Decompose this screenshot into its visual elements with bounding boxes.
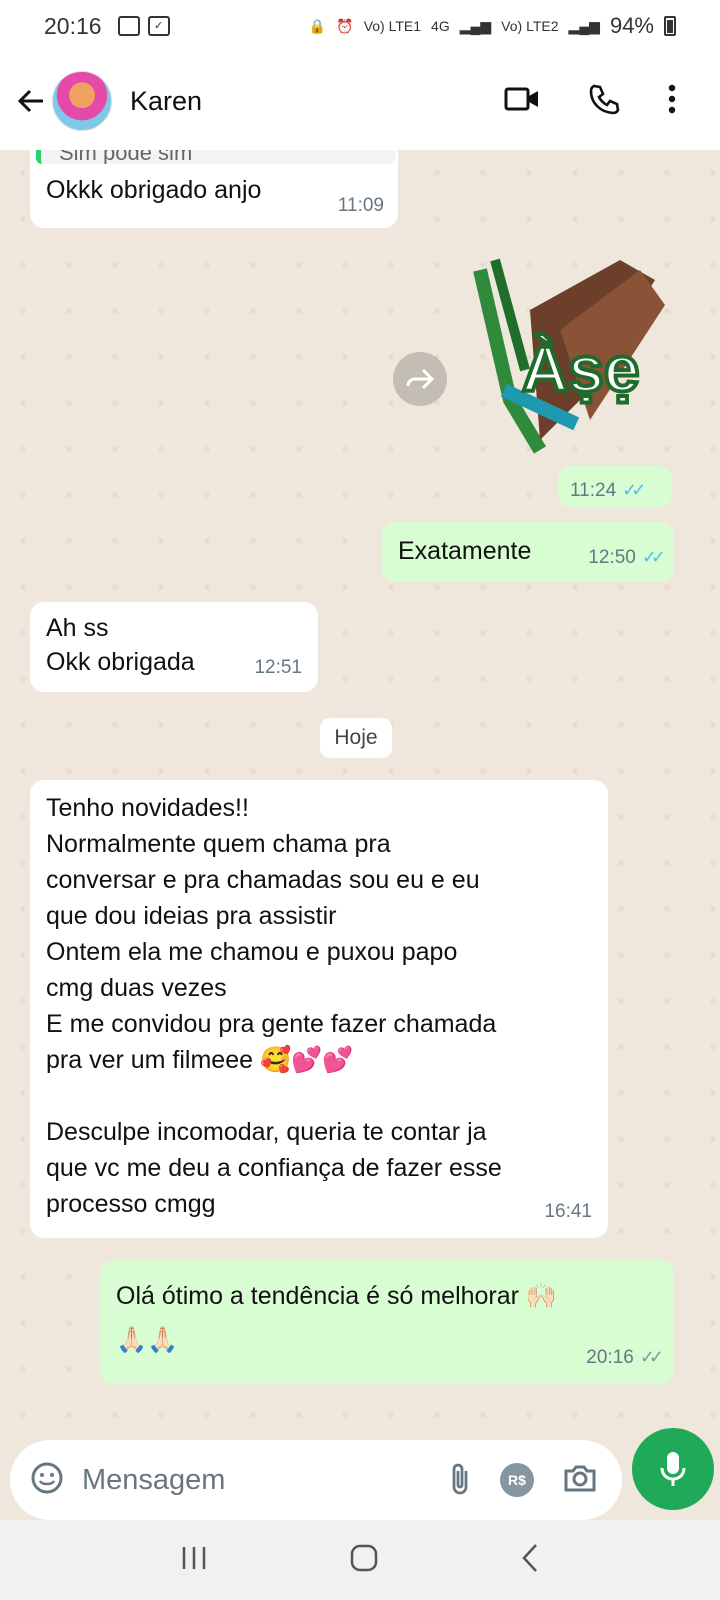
microphone-icon bbox=[660, 1452, 686, 1486]
system-nav-bar bbox=[0, 1520, 720, 1600]
sticker-time-badge: 11:24 ✓✓ bbox=[558, 466, 672, 508]
signal-icon: ▂▄▆ bbox=[459, 17, 492, 34]
message-line: Tenho novidades!! bbox=[46, 794, 249, 822]
sim-card-icon bbox=[117, 16, 140, 36]
read-ticks-icon: ✓✓ bbox=[622, 480, 646, 500]
message-time: 11:09 bbox=[337, 195, 384, 216]
status-time: 20:16 bbox=[44, 12, 102, 39]
status-bar: 20:16 ✓ 🔒 ⏰ Vo) LTE1 4G ▂▄▆ Vo) LTE2 ▂▄▆… bbox=[0, 0, 720, 52]
message-line: que dou ideias pra assistir bbox=[46, 902, 337, 930]
date-divider: Hoje bbox=[320, 718, 392, 758]
battery-percent: 94% bbox=[609, 13, 654, 38]
chat-header: Karen bbox=[0, 52, 720, 150]
message-input-bar[interactable]: Mensagem R$ bbox=[10, 1440, 622, 1520]
back-nav-icon[interactable] bbox=[520, 1543, 540, 1578]
message-line: processo cmgg bbox=[46, 1190, 216, 1218]
delivered-ticks-icon: ✓✓ bbox=[639, 1347, 664, 1367]
message-time: 12:51 bbox=[254, 657, 302, 678]
camera-icon[interactable] bbox=[562, 1462, 598, 1499]
microphone-button[interactable] bbox=[632, 1428, 714, 1510]
message-line: E me convidou pra gente fazer chamada bbox=[46, 1010, 497, 1038]
more-options-icon[interactable] bbox=[668, 84, 676, 119]
message-bubble-outgoing[interactable]: Exatamente 12:50 ✓✓ bbox=[382, 522, 674, 582]
battery-icon bbox=[664, 16, 676, 36]
network-2-label: Vo) LTE2 bbox=[501, 18, 559, 34]
attach-icon[interactable] bbox=[448, 1461, 472, 1500]
message-bubble-outgoing[interactable]: Olá ótimo a tendência é só melhorar 🙌🏻 🙏… bbox=[100, 1260, 674, 1384]
message-line: pra ver um filmeee 🥰💕💕 bbox=[46, 1046, 354, 1074]
recent-apps-icon[interactable] bbox=[180, 1545, 208, 1576]
message-text: Exatamente bbox=[398, 537, 532, 565]
message-line: Normalmente quem chama pra bbox=[46, 830, 391, 858]
emoji-icon[interactable] bbox=[30, 1461, 64, 1500]
lock-icon: 🔒 bbox=[308, 17, 327, 34]
back-arrow-icon[interactable] bbox=[14, 84, 48, 118]
message-text-line: Ah ss bbox=[46, 614, 109, 642]
contact-name[interactable]: Karen bbox=[130, 86, 202, 117]
voice-call-icon[interactable] bbox=[588, 83, 620, 120]
sticker-text: Àṣẹ bbox=[520, 331, 641, 407]
read-ticks-icon: ✓✓ bbox=[641, 547, 666, 567]
message-bubble-incoming[interactable]: Sim pode sim Okkk obrigado anjo 11:09 bbox=[30, 150, 398, 228]
video-call-icon[interactable] bbox=[504, 86, 540, 117]
network-type-label: 4G bbox=[431, 18, 450, 34]
network-1-label: Vo) LTE1 bbox=[363, 18, 422, 34]
sticker-image[interactable]: Àṣẹ bbox=[470, 250, 680, 465]
chat-area[interactable]: Sim pode sim Okkk obrigado anjo 11:09 Àṣ… bbox=[0, 150, 720, 1435]
message-line: Ontem ela me chamou e puxou papo bbox=[46, 938, 458, 966]
message-bubble-incoming[interactable]: Ah ss Okk obrigada 12:51 bbox=[30, 602, 318, 692]
avatar[interactable] bbox=[52, 71, 112, 131]
message-text-line: Okk obrigada bbox=[46, 648, 195, 676]
forward-icon[interactable] bbox=[393, 352, 447, 406]
message-line bbox=[46, 1080, 502, 1116]
message-text-line: Olá ótimo a tendência é só melhorar 🙌🏻 bbox=[116, 1282, 558, 1310]
home-icon[interactable] bbox=[349, 1543, 379, 1578]
message-time: 16:41 bbox=[544, 1201, 592, 1222]
message-time: 12:50 bbox=[588, 547, 636, 568]
message-time: 20:16 bbox=[586, 1347, 634, 1368]
message-input[interactable]: Mensagem bbox=[82, 1464, 448, 1497]
signal-icon: ▂▄▆ bbox=[568, 17, 600, 34]
alarm-icon: ⏰ bbox=[336, 17, 354, 34]
message-line: Desculpe incomodar, queria te contar ja bbox=[46, 1118, 487, 1146]
message-line: conversar e pra chamadas sou eu e eu bbox=[46, 866, 480, 894]
message-text: Tenho novidades!! Normalmente quem chama… bbox=[46, 792, 502, 1224]
quoted-message[interactable]: Sim pode sim bbox=[36, 150, 396, 164]
message-bubble-incoming[interactable]: Tenho novidades!! Normalmente quem chama… bbox=[30, 780, 608, 1238]
message-line: cmg duas vezes bbox=[46, 974, 227, 1002]
message-text: Okkk obrigado anjo bbox=[46, 176, 262, 204]
checkbox-icon: ✓ bbox=[147, 16, 170, 36]
message-line: que vc me deu a confiança de fazer esse bbox=[46, 1154, 502, 1182]
message-text-line: 🙏🏻🙏🏻 bbox=[116, 1326, 179, 1354]
payment-icon[interactable]: R$ bbox=[500, 1463, 534, 1497]
